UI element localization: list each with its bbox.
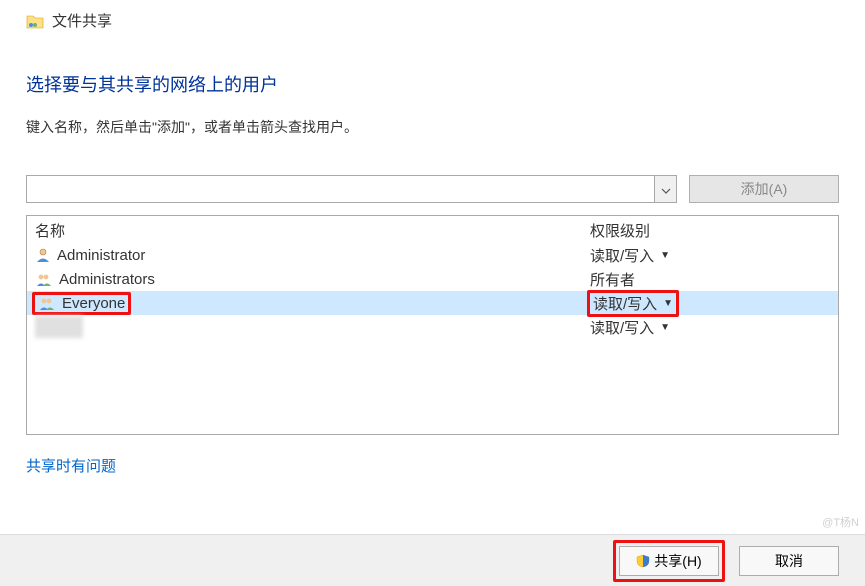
permission-label: 读取/写入: [590, 245, 654, 266]
table-row[interactable]: Administrator 读取/写入 ▼: [27, 243, 838, 267]
chevron-down-icon: [661, 182, 671, 197]
column-name: 名称: [35, 220, 590, 241]
folder-share-icon: [26, 13, 44, 29]
permission-cell[interactable]: 读取/写入 ▼: [590, 245, 830, 266]
table-row[interactable]: 读取/写入 ▼: [27, 315, 838, 339]
list-header: 名称 权限级别: [27, 216, 838, 243]
add-user-row: 添加(A): [26, 175, 839, 203]
combo-dropdown-button[interactable]: [654, 176, 676, 202]
watermark: @T杨N: [822, 514, 859, 530]
table-row[interactable]: Everyone 读取/写入 ▼: [27, 291, 838, 315]
permission-label: 所有者: [590, 269, 635, 290]
redacted-name: [35, 316, 83, 338]
user-combo[interactable]: [26, 175, 677, 203]
user-name: Administrator: [57, 247, 145, 264]
add-button[interactable]: 添加(A): [689, 175, 839, 203]
caret-down-icon: ▼: [660, 250, 670, 261]
help-link[interactable]: 共享时有问题: [26, 455, 116, 476]
cancel-button[interactable]: 取消: [739, 546, 839, 576]
instruction-text: 键入名称，然后单击"添加"，或者单击箭头查找用户。: [26, 117, 839, 137]
button-bar: 共享(H) 取消: [0, 534, 865, 586]
user-list: 名称 权限级别 Administrator 读取/写入 ▼ Adminis: [26, 215, 839, 435]
share-label: 共享(H): [654, 551, 701, 571]
permission-cell[interactable]: 读取/写入 ▼: [590, 290, 830, 317]
caret-down-icon: ▼: [660, 322, 670, 333]
column-permission: 权限级别: [590, 220, 830, 241]
shield-icon: [636, 554, 650, 568]
user-input[interactable]: [27, 176, 654, 202]
group-icon: [35, 271, 53, 287]
user-name: Administrators: [59, 271, 155, 288]
main-area: 选择要与其共享的网络上的用户 键入名称，然后单击"添加"，或者单击箭头查找用户。…: [0, 41, 865, 476]
group-icon: [38, 295, 56, 311]
window-header: 文件共享: [0, 0, 865, 41]
caret-down-icon: ▼: [663, 298, 673, 309]
user-name: Everyone: [62, 295, 125, 312]
share-button[interactable]: 共享(H): [619, 546, 719, 576]
table-row[interactable]: Administrators 所有者: [27, 267, 838, 291]
permission-cell[interactable]: 读取/写入 ▼: [590, 317, 830, 338]
user-icon: [35, 247, 51, 263]
permission-label: 读取/写入: [593, 293, 657, 314]
window-title: 文件共享: [52, 10, 112, 31]
permission-label: 读取/写入: [590, 317, 654, 338]
page-heading: 选择要与其共享的网络上的用户: [26, 71, 839, 97]
permission-cell[interactable]: 所有者: [590, 269, 830, 290]
